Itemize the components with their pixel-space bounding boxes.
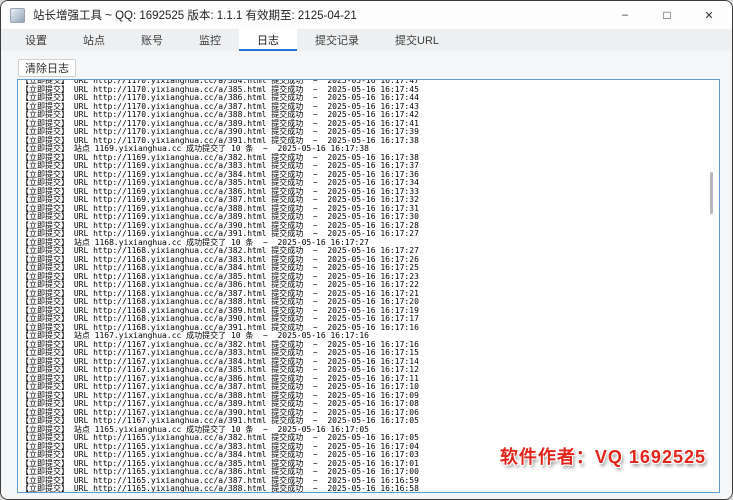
clear-log-button[interactable]: 清除日志 — [18, 59, 76, 77]
app-icon — [10, 8, 25, 23]
log-row-url[interactable]: 【立即提交】 URL http://1165.yixianghua.cc/a/3… — [21, 485, 719, 492]
tab-sites[interactable]: 站点 — [65, 29, 123, 51]
app-window: 站长增强工具 ~ QQ: 1692525 版本: 1.1.1 有效期至: 212… — [0, 0, 733, 500]
tab-submit-records[interactable]: 提交记录 — [297, 29, 377, 51]
tab-bar: 设置 站点 账号 监控 日志 提交记录 提交URL — [1, 29, 732, 51]
minimize-icon[interactable]: – — [604, 1, 646, 29]
log-panel: 清除日志 【立即提交】 URL http://1170.yixianghua.c… — [1, 51, 732, 499]
tab-accounts[interactable]: 账号 — [123, 29, 181, 51]
log-listbox: 【立即提交】 URL http://1170.yixianghua.cc/a/3… — [17, 79, 720, 493]
log-list: 【立即提交】 URL http://1170.yixianghua.cc/a/3… — [18, 80, 719, 492]
close-icon[interactable]: ✕ — [688, 1, 730, 29]
title-bar: 站长增强工具 ~ QQ: 1692525 版本: 1.1.1 有效期至: 212… — [1, 1, 732, 29]
watermark-author: 软件作者：VQ 1692525 — [500, 443, 706, 469]
tab-submit-url[interactable]: 提交URL — [377, 29, 457, 51]
scrollbar-thumb[interactable] — [710, 172, 713, 214]
tab-logs[interactable]: 日志 — [239, 29, 297, 51]
tab-settings[interactable]: 设置 — [7, 29, 65, 51]
window-title: 站长增强工具 ~ QQ: 1692525 版本: 1.1.1 有效期至: 212… — [33, 7, 357, 23]
window-controls: – □ ✕ — [604, 1, 730, 29]
maximize-icon[interactable]: □ — [646, 1, 688, 29]
tab-monitor[interactable]: 监控 — [181, 29, 239, 51]
